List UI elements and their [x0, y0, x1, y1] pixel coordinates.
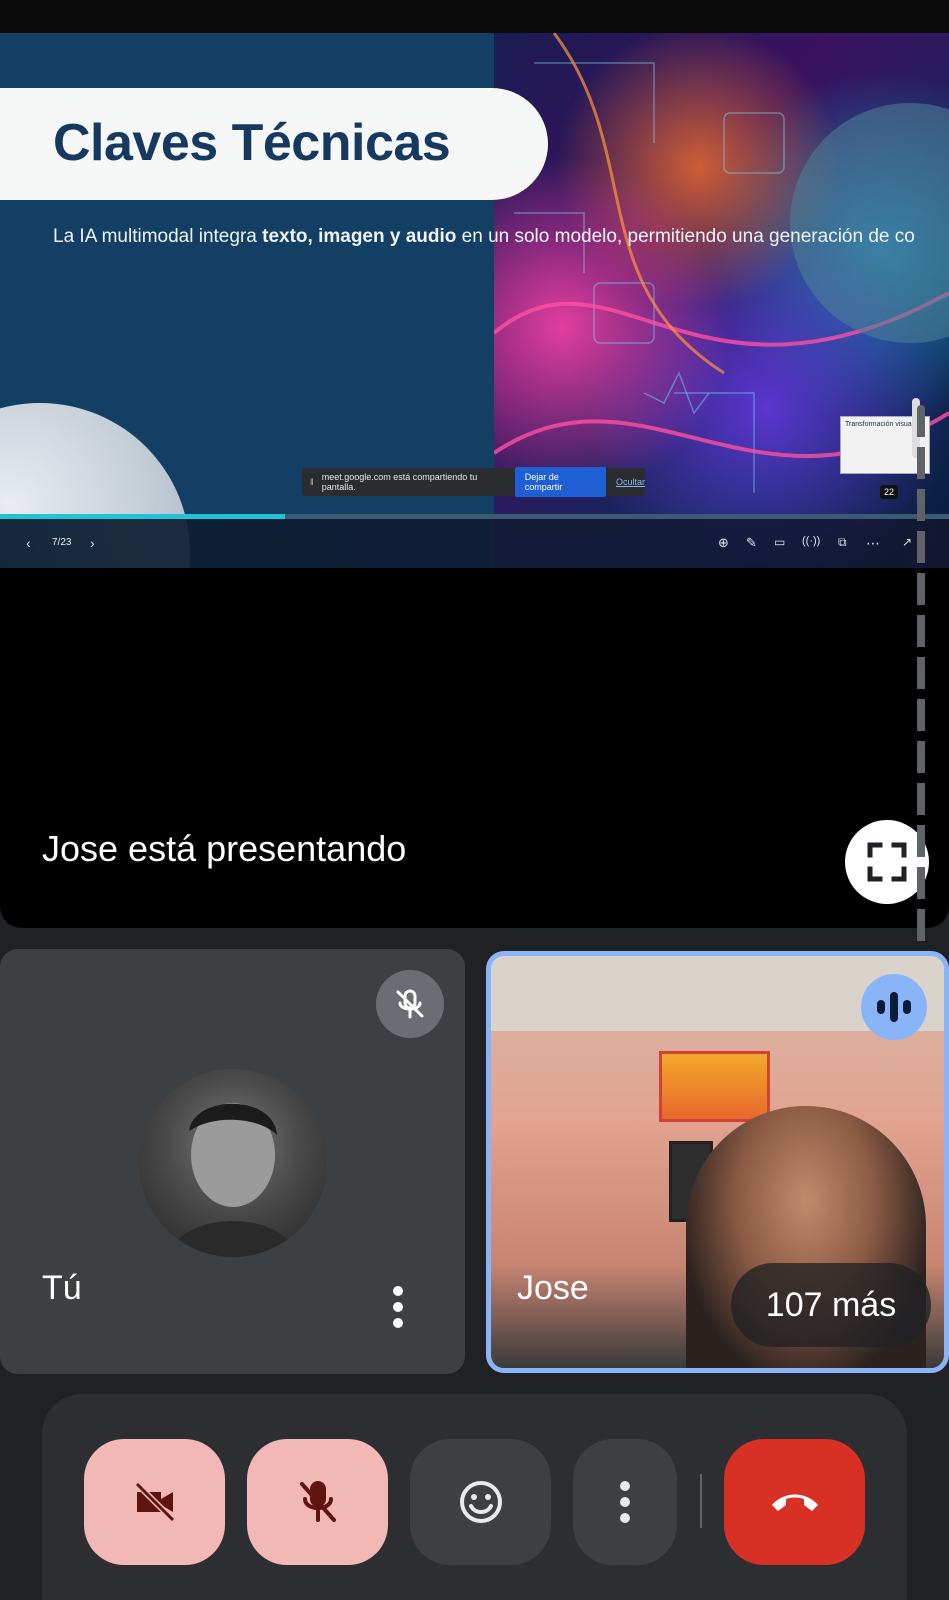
- camera-toggle-button[interactable]: [84, 1439, 225, 1565]
- subtitles-icon[interactable]: ▭: [774, 535, 785, 549]
- next-slide-icon[interactable]: ›: [90, 535, 95, 551]
- hide-link[interactable]: Ocultar: [616, 477, 645, 487]
- reactions-button[interactable]: [410, 1439, 551, 1565]
- slide-toolbar: ‹ 7/23 › ⊕ ✎ ▭ ((·)) ⧉ ⋯ ↗: [0, 519, 949, 568]
- slide-title: Claves Técnicas: [53, 114, 451, 172]
- speaking-indicator: [861, 974, 927, 1040]
- emoji-icon: [459, 1481, 502, 1523]
- scroll-indicator: [917, 405, 925, 945]
- prev-slide-icon[interactable]: ‹: [26, 535, 31, 551]
- participant-tile-jose[interactable]: Jose 107 más: [486, 951, 949, 1373]
- share-message: meet.google.com está compartiendo tu pan…: [321, 472, 478, 492]
- drag-handle-icon[interactable]: ‖: [310, 477, 314, 487]
- more-vert-icon: [620, 1481, 630, 1523]
- fullscreen-icon: [867, 842, 907, 882]
- video-painting: [659, 1051, 770, 1122]
- broadcast-icon[interactable]: ((·)): [802, 535, 820, 547]
- presenting-label: Jose está presentando: [42, 828, 407, 869]
- tile-options-button[interactable]: [386, 1284, 410, 1330]
- page-indicator: 7/23: [52, 537, 72, 548]
- audio-level-icon: [877, 992, 911, 1022]
- slide-body-text: La IA multimodal integra texto, imagen y…: [53, 226, 915, 247]
- call-controls: [42, 1394, 907, 1600]
- mic-off-icon: [299, 1481, 336, 1522]
- more-options-button[interactable]: [573, 1439, 677, 1565]
- exit-icon[interactable]: ↗: [902, 535, 912, 549]
- more-vert-icon: [393, 1286, 403, 1328]
- participant-name: Tú: [42, 1269, 82, 1307]
- status-bar: [0, 0, 949, 33]
- zoom-icon[interactable]: ⊕: [718, 535, 729, 551]
- call-end-icon: [771, 1494, 818, 1511]
- participant-name: Jose: [517, 1269, 589, 1307]
- stop-sharing-button[interactable]: Dejar de compartir: [514, 467, 606, 497]
- thumbnail-title: Transformación visual: [845, 421, 914, 428]
- slide-badge: 22: [880, 485, 899, 499]
- controls-divider: [700, 1474, 702, 1528]
- presentation-stage[interactable]: Claves Técnicas La IA multimodal integra…: [0, 33, 949, 928]
- screen-share-bar: ‖ meet.google.com está compartiendo tu p…: [302, 467, 645, 497]
- window-icon[interactable]: ⧉: [838, 535, 847, 550]
- muted-badge: [376, 970, 444, 1038]
- avatar: [139, 1069, 327, 1257]
- end-call-button[interactable]: [724, 1439, 865, 1565]
- pen-icon[interactable]: ✎: [746, 535, 757, 551]
- more-icon[interactable]: ⋯: [866, 535, 880, 552]
- participant-tile-you[interactable]: Tú: [0, 949, 465, 1374]
- shared-slide: Claves Técnicas La IA multimodal integra…: [0, 33, 949, 568]
- more-participants-button[interactable]: 107 más: [731, 1263, 931, 1347]
- mic-toggle-button[interactable]: [247, 1439, 388, 1565]
- videocam-off-icon: [134, 1481, 175, 1523]
- mic-off-icon: [396, 989, 424, 1019]
